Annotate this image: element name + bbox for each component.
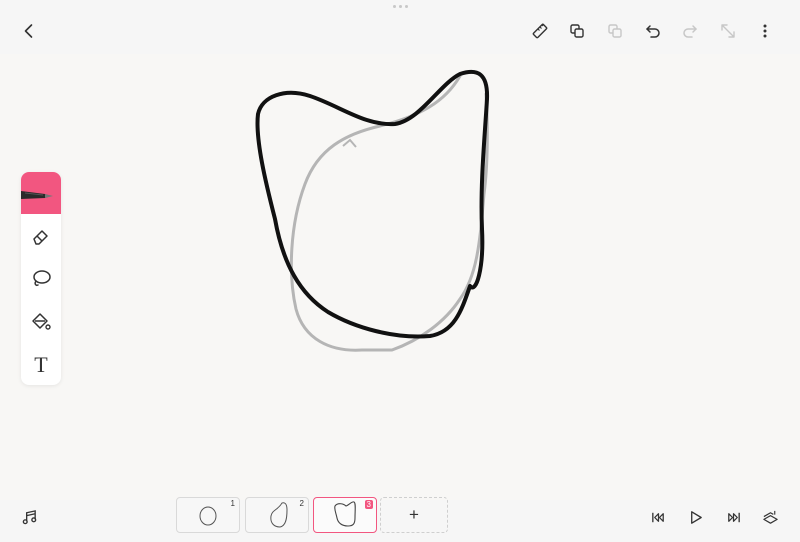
redo-button[interactable] <box>677 18 703 44</box>
music-button[interactable] <box>17 505 41 529</box>
more-icon <box>763 24 767 38</box>
add-frame-button[interactable]: + <box>380 497 448 533</box>
top-toolbar <box>0 0 800 54</box>
text-tool-icon: T <box>34 352 48 377</box>
paste-frame-icon <box>608 24 622 38</box>
frame-number: 2 <box>299 499 304 508</box>
eraser-tool[interactable] <box>21 215 61 257</box>
resize-button[interactable] <box>715 18 741 44</box>
copy-frame-icon <box>570 24 584 38</box>
last-frame-button[interactable] <box>721 505 745 529</box>
redo-icon <box>683 25 697 38</box>
eraser-icon <box>33 230 48 245</box>
tool-palette: T <box>21 172 61 385</box>
frame-thumbnail-1[interactable]: 1 <box>176 497 240 533</box>
skip-forward-icon <box>727 512 740 522</box>
back-chevron-icon <box>24 24 33 38</box>
frame-number: 1 <box>230 499 235 508</box>
play-button[interactable] <box>683 505 707 529</box>
grab-handle[interactable] <box>392 5 408 9</box>
current-frame-stroke <box>255 69 490 339</box>
layers-icon <box>762 510 778 524</box>
undo-button[interactable] <box>640 18 666 44</box>
fill-bucket-icon <box>32 313 51 330</box>
text-tool[interactable]: T <box>21 344 61 385</box>
pen-tool[interactable] <box>21 172 61 214</box>
timeline-bar: 1 2 3 + <box>0 497 800 542</box>
music-note-icon <box>22 509 36 524</box>
canvas-drawing <box>255 69 490 352</box>
pen-icon <box>21 191 53 199</box>
first-frame-button[interactable] <box>646 505 670 529</box>
fill-tool[interactable] <box>21 301 61 343</box>
copy-frame-button[interactable] <box>564 18 590 44</box>
lasso-tool[interactable] <box>21 258 61 300</box>
paste-frame-button[interactable] <box>602 18 628 44</box>
ruler-button[interactable] <box>527 18 553 44</box>
frame-thumbnail-2[interactable]: 2 <box>245 497 309 533</box>
drawing-canvas[interactable] <box>0 54 800 500</box>
resize-icon <box>721 24 735 38</box>
frame-thumbnail-3[interactable]: 3 <box>313 497 377 533</box>
lasso-icon <box>33 270 51 286</box>
layers-button[interactable] <box>758 505 782 529</box>
more-button[interactable] <box>752 18 778 44</box>
undo-icon <box>646 25 660 38</box>
ruler-icon <box>532 23 548 39</box>
back-button[interactable] <box>16 18 42 44</box>
play-icon <box>690 510 702 524</box>
frame-number: 3 <box>364 500 373 509</box>
skip-back-icon <box>651 512 664 522</box>
